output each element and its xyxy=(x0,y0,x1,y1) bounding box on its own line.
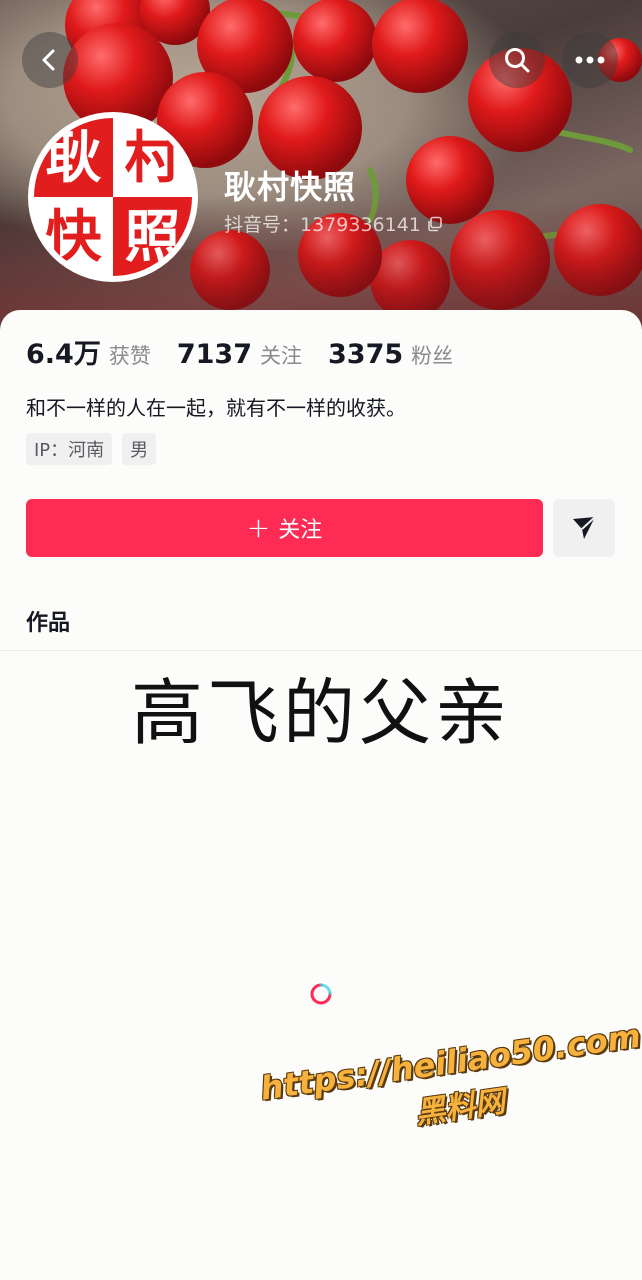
back-button[interactable] xyxy=(22,32,78,88)
send-icon xyxy=(573,516,596,539)
search-icon xyxy=(505,48,530,73)
douyin-id-text: 抖音号：1379336141 xyxy=(224,214,421,236)
follow-button[interactable]: + 关注 xyxy=(26,499,543,557)
more-dots-icon xyxy=(575,56,605,64)
stats-row: 6.4万 获赞 7137 关注 3375 粉丝 xyxy=(26,332,479,371)
chevron-left-icon xyxy=(42,49,55,71)
stat-followers[interactable]: 3375 粉丝 xyxy=(328,339,453,370)
loading-spinner-icon xyxy=(310,983,332,1005)
stat-label: 粉丝 xyxy=(411,344,454,368)
plus-icon: + xyxy=(246,511,271,544)
stat-value: 7137 xyxy=(176,339,252,370)
follow-label: 关注 xyxy=(278,518,323,543)
stat-likes[interactable]: 6.4万 获赞 xyxy=(26,332,151,371)
profile-page: 耿 村 快 照 耿村快照 抖音号：1379336141 6.4万 获赞 7137… xyxy=(0,0,642,1280)
profile-nickname: 耿村快照 xyxy=(224,168,357,206)
profile-card: 6.4万 获赞 7137 关注 3375 粉丝 和不一样的人在一起，就有不一样的… xyxy=(0,310,642,1280)
video-title-text[interactable]: 高飞的父亲 xyxy=(0,654,642,759)
stat-value: 3375 xyxy=(328,339,404,370)
profile-bio: 和不一样的人在一起，就有不一样的收获。 xyxy=(26,396,406,420)
douyin-id[interactable]: 抖音号：1379336141 xyxy=(224,210,443,237)
stat-label: 获赞 xyxy=(108,344,151,368)
gender-tag: 男 xyxy=(122,433,157,465)
profile-cover: 耿 村 快 照 耿村快照 抖音号：1379336141 xyxy=(0,0,642,340)
avatar-logo: 耿 村 快 照 xyxy=(34,118,192,276)
avatar[interactable]: 耿 村 快 照 xyxy=(28,112,198,282)
watermark-overlay: https://heiliao50.com 黑料网 xyxy=(258,1017,642,1153)
tab-divider xyxy=(0,650,642,651)
more-button[interactable] xyxy=(562,32,618,88)
stat-value: 6.4万 xyxy=(26,339,101,370)
stat-label: 关注 xyxy=(260,344,302,368)
ip-location-tag: IP：河南 xyxy=(26,433,113,465)
stat-following[interactable]: 7137 关注 xyxy=(177,339,302,370)
tab-works[interactable]: 作品 xyxy=(26,605,70,637)
profile-tags: IP：河南 男 xyxy=(26,433,157,465)
search-button[interactable] xyxy=(489,32,545,88)
copy-icon[interactable] xyxy=(427,216,443,232)
share-button[interactable] xyxy=(553,499,615,557)
